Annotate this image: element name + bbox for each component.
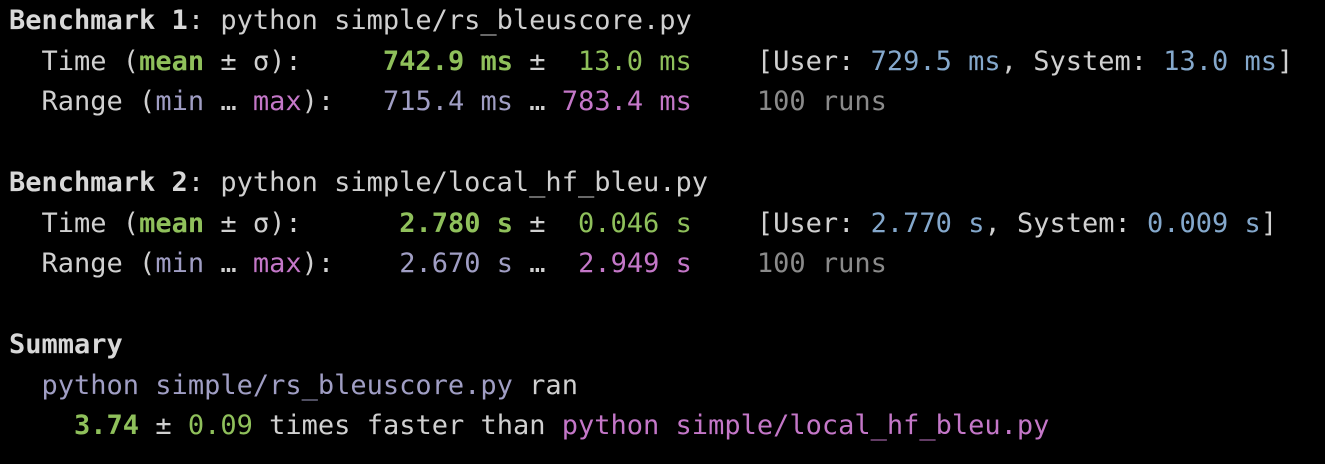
summary-header: Summary	[0, 325, 1325, 366]
sigma-value: 13.0 ms	[578, 45, 692, 77]
benchmark-1-range-line: Range (min … max): 715.4 ms … 783.4 ms 1…	[0, 82, 1325, 123]
system-value: 0.009 s	[1147, 207, 1261, 239]
sigma-value: 0.046 s	[578, 207, 692, 239]
benchmark-heading: Benchmark 2	[9, 167, 188, 198]
speedup-factor: 3.74	[74, 410, 140, 441]
benchmark-1-time-line: Time (mean ± σ): 742.9 ms ± 13.0 ms [Use…	[0, 42, 1325, 83]
range-label: Range (	[41, 86, 156, 117]
pm-symbol: ±	[529, 207, 546, 239]
user-label: [User:	[756, 207, 871, 239]
fastest-command: python simple/rs_bleuscore.py	[41, 369, 513, 401]
ellipsis: …	[220, 86, 237, 117]
min-label: min	[155, 248, 205, 279]
mean-value: 2.780 s	[399, 207, 513, 239]
range-label: Range (	[41, 248, 156, 279]
terminal-output: Benchmark 1: python simple/rs_bleuscore.…	[0, 0, 1325, 464]
max-label: max	[252, 86, 302, 117]
system-value: 13.0 ms	[1163, 45, 1278, 77]
range-label-post: ):	[301, 248, 335, 279]
slower-command: python simple/local_hf_bleu.py	[561, 410, 1050, 441]
pm-symbol: ±	[155, 410, 172, 441]
benchmark-1-header: Benchmark 1: python simple/rs_bleuscore.…	[0, 1, 1325, 42]
benchmark-2-header: Benchmark 2: python simple/local_hf_bleu…	[0, 163, 1325, 204]
time-label: Time (	[41, 207, 140, 239]
runs-count: 100 runs	[756, 248, 887, 279]
time-label-mid: ± σ):	[204, 207, 302, 239]
benchmark-command: python simple/rs_bleuscore.py	[220, 5, 692, 36]
ellipsis: …	[529, 86, 546, 117]
ran-text: ran	[512, 369, 578, 401]
range-label-post: ):	[301, 86, 335, 117]
user-label: [User:	[756, 45, 871, 77]
min-value: 2.670 s	[399, 248, 514, 279]
summary-fastest-line: python simple/rs_bleuscore.py ran	[0, 366, 1325, 407]
pm-symbol: ±	[529, 45, 546, 77]
separator: :	[187, 5, 221, 36]
mean-label: mean	[139, 45, 205, 77]
user-value: 729.5 ms	[870, 45, 1001, 77]
max-label: max	[252, 248, 302, 279]
time-label-mid: ± σ):	[204, 45, 302, 77]
user-value: 2.770 s	[870, 207, 985, 239]
benchmark-2-time-line: Time (mean ± σ): 2.780 s ± 0.046 s [User…	[0, 204, 1325, 245]
close-bracket: ]	[1277, 45, 1294, 77]
separator: :	[187, 167, 221, 198]
ellipsis: …	[529, 248, 546, 279]
benchmark-command: python simple/local_hf_bleu.py	[220, 167, 708, 198]
max-value: 2.949 s	[578, 248, 692, 279]
benchmark-heading: Benchmark 1	[9, 5, 188, 36]
mean-label: mean	[139, 207, 205, 239]
system-label: , System:	[1000, 45, 1164, 77]
max-value: 783.4 ms	[561, 86, 692, 117]
mean-value: 742.9 ms	[382, 45, 513, 77]
close-bracket: ]	[1260, 207, 1278, 239]
speedup-sigma: 0.09	[187, 410, 253, 441]
summary-heading: Summary	[9, 329, 123, 360]
min-value: 715.4 ms	[382, 86, 514, 117]
runs-count: 100 runs	[756, 86, 887, 117]
min-label: min	[155, 86, 205, 117]
ellipsis: …	[220, 248, 237, 279]
time-label: Time (	[41, 45, 140, 77]
benchmark-2-range-line: Range (min … max): 2.670 s … 2.949 s 100…	[0, 244, 1325, 285]
faster-text: times faster than	[269, 410, 546, 441]
summary-comparison-line: 3.74 ± 0.09 times faster than python sim…	[0, 406, 1325, 447]
system-label: , System:	[984, 207, 1148, 239]
